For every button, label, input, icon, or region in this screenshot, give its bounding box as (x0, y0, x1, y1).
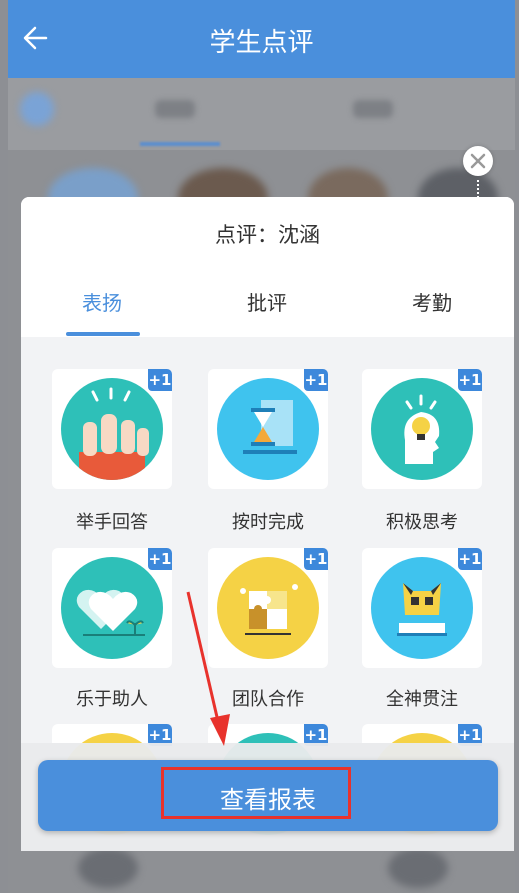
close-icon (470, 153, 486, 169)
close-button[interactable] (463, 146, 493, 176)
praise-item-helpful[interactable]: +1 (52, 548, 172, 668)
active-tab-indicator (66, 332, 140, 336)
highlight-box (161, 767, 351, 819)
panel-header: 点评：沈涵 表扬 批评 考勤 (21, 197, 514, 337)
praise-item-focused[interactable]: +1 (362, 548, 482, 668)
tab-criticism[interactable]: 批评 (217, 287, 317, 316)
tab-praise[interactable]: 表扬 (52, 287, 152, 316)
praise-item-raise-hand[interactable]: +1 (52, 369, 172, 489)
hearts-icon (61, 557, 163, 659)
tab-attendance[interactable]: 考勤 (382, 287, 482, 316)
raised-hands-icon (61, 378, 163, 480)
lightbulb-head-icon (371, 378, 473, 480)
praise-item-label: 全神贯注 (386, 689, 458, 710)
praise-item-on-time[interactable]: +1 (208, 369, 328, 489)
owl-icon (371, 557, 473, 659)
plus-one-badge: +1 (304, 548, 328, 570)
praise-item-active-thinking[interactable]: +1 (362, 369, 482, 489)
plus-one-badge: +1 (148, 548, 172, 570)
header-bar: 学生点评 (8, 0, 515, 78)
plus-one-badge: +1 (458, 548, 482, 570)
close-connector (477, 180, 481, 198)
praise-item-label: 积极思考 (386, 512, 458, 533)
hourglass-icon (217, 378, 319, 480)
plus-one-badge: +1 (458, 369, 482, 391)
panel-title: 点评：沈涵 (215, 223, 320, 247)
plus-one-badge: +1 (148, 369, 172, 391)
praise-item-label: 举手回答 (76, 512, 148, 533)
page-title: 学生点评 (209, 28, 314, 58)
praise-item-label: 乐于助人 (76, 689, 148, 710)
praise-item-label: 按时完成 (232, 512, 304, 533)
annotation-arrow-icon (186, 591, 230, 746)
plus-one-badge: +1 (304, 369, 328, 391)
